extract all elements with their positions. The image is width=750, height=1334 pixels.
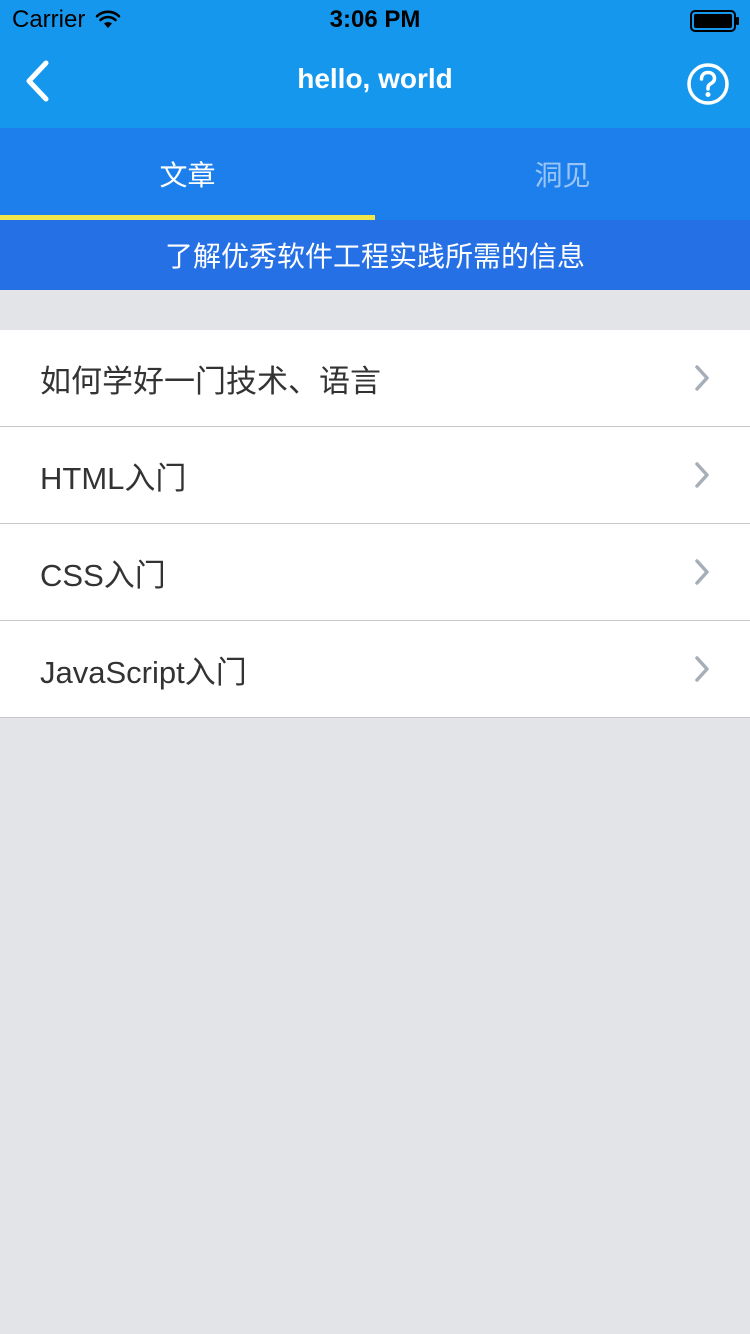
tab-bar: 文章 洞见 xyxy=(0,128,750,220)
banner-text: 了解优秀软件工程实践所需的信息 xyxy=(164,241,585,272)
tab-articles[interactable]: 文章 xyxy=(0,128,375,220)
chevron-right-icon xyxy=(695,559,709,585)
page-title: hello, world xyxy=(297,63,453,94)
chevron-right-icon xyxy=(695,462,709,488)
list-item[interactable]: JavaScript入门 xyxy=(0,621,750,718)
status-bar: Carrier 3:06 PM xyxy=(0,0,750,40)
info-banner: 了解优秀软件工程实践所需的信息 xyxy=(0,220,750,290)
list-item-label: CSS入门 xyxy=(40,557,166,593)
article-list: 如何学好一门技术、语言 HTML入门 CSS入门 JavaScript入门 xyxy=(0,330,750,718)
list-item[interactable]: CSS入门 xyxy=(0,524,750,621)
header-bar: Carrier 3:06 PM hello, world xyxy=(0,0,750,128)
navigation-bar: hello, world xyxy=(0,40,750,128)
chevron-right-icon xyxy=(695,365,709,391)
list-item[interactable]: 如何学好一门技术、语言 xyxy=(0,330,750,427)
help-button[interactable] xyxy=(686,62,730,106)
list-item[interactable]: HTML入门 xyxy=(0,427,750,524)
question-circle-icon xyxy=(687,63,729,105)
list-item-label: JavaScript入门 xyxy=(40,654,247,690)
battery-icon xyxy=(690,10,739,32)
tab-insights[interactable]: 洞见 xyxy=(375,128,750,220)
list-item-label: HTML入门 xyxy=(40,460,187,496)
chevron-right-icon xyxy=(695,656,709,682)
list-item-label: 如何学好一门技术、语言 xyxy=(40,363,381,399)
status-time: 3:06 PM xyxy=(329,6,421,33)
